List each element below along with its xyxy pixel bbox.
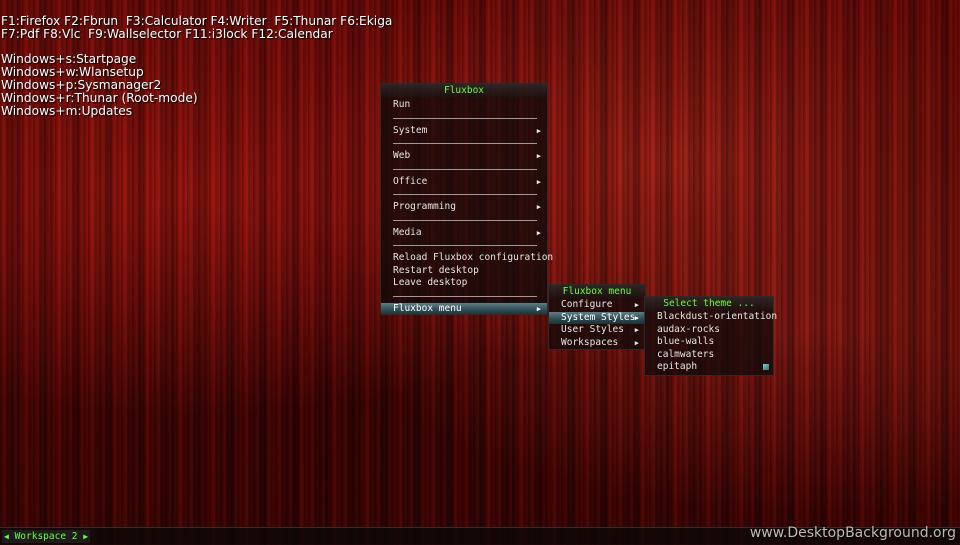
menu-separator — [393, 143, 537, 144]
menu-separator — [393, 117, 537, 119]
styles-menu-title: Select theme ... — [645, 297, 773, 311]
workspace-switcher[interactable]: ◀ Workspace 2 ▶ — [2, 530, 91, 543]
menu-item-leave[interactable]: Leave desktop — [381, 277, 547, 290]
style-item-calmwaters[interactable]: calmwaters — [645, 349, 773, 362]
menu-item-web[interactable]: Web ▶ — [381, 150, 547, 163]
menu-separator — [393, 295, 537, 297]
prev-workspace-icon[interactable]: ◀ — [4, 532, 9, 541]
style-item-epitaph[interactable]: epitaph — [645, 361, 773, 374]
submenu-arrow-icon: ▶ — [634, 326, 639, 334]
conky-line: F7:Pdf F8:Vlc F9:Wallselector F11:i3lock… — [1, 26, 333, 41]
conky-keybindings: F1:Firefox F2:Fbrun F3:Calculator F4:Wri… — [1, 15, 392, 117]
submenu-arrow-icon: ▶ — [536, 203, 541, 211]
watermark: www.DesktopBackground.org — [749, 525, 956, 541]
submenu-arrow-icon: ▶ — [634, 338, 639, 347]
conky-line: Windows+r:Thunar (Root-mode) — [1, 90, 198, 105]
menu-item-reload-config[interactable]: Reload Fluxbox configuration — [381, 252, 553, 265]
submenu-arrow-icon: ▶ — [536, 304, 541, 313]
menu-separator — [393, 219, 537, 221]
submenu-arrow-icon: ▶ — [536, 126, 541, 135]
conky-line: F1:Firefox F2:Fbrun F3:Calculator F4:Wri… — [1, 14, 393, 28]
submenu-arrow-icon: ▶ — [634, 313, 639, 322]
fluxbox-submenu: Fluxbox menu Configure ▶ System Styles ▶ U… — [548, 284, 646, 350]
next-workspace-icon[interactable]: ▶ — [83, 532, 88, 541]
menu-item-user-styles[interactable]: User Styles ▶ — [549, 324, 645, 337]
menu-item-workspaces[interactable]: Workspaces ▶ — [549, 337, 645, 350]
menu-item-configure[interactable]: Configure ▶ — [549, 299, 645, 312]
submenu-arrow-icon: ▶ — [634, 301, 639, 309]
menu-title: Fluxbox — [381, 84, 547, 98]
conky-line: Windows+p:Sysmanager2 — [1, 77, 162, 92]
style-item-audax-rocks[interactable]: audax-rocks — [645, 324, 773, 337]
system-styles-menu: Select theme ... Blackdust-orientation a… — [644, 296, 777, 376]
menu-item-system[interactable]: System ▶ — [381, 125, 547, 138]
menu-separator — [393, 168, 537, 170]
menu-separator — [393, 194, 537, 195]
menu-item-system-styles[interactable]: System Styles ▶ — [549, 311, 645, 324]
submenu-arrow-icon: ▶ — [536, 228, 541, 237]
fluxbox-root-menu: Fluxbox Run System ▶ Web ▶ Office ▶ Program… — [380, 83, 553, 315]
conky-line: Windows+m:Updates — [1, 103, 133, 118]
selected-check-icon — [763, 364, 769, 370]
submenu-title: Fluxbox menu — [549, 285, 645, 299]
workspace-label: Workspace 2 — [14, 531, 78, 542]
menu-item-programming[interactable]: Programming ▶ — [381, 201, 547, 214]
style-item-blackdust[interactable]: Blackdust-orientation — [645, 311, 777, 324]
menu-item-media[interactable]: Media ▶ — [381, 227, 547, 240]
style-item-blue-walls[interactable]: blue-walls — [645, 336, 773, 349]
menu-separator — [393, 245, 537, 246]
menu-item-run[interactable]: Run — [381, 99, 547, 112]
submenu-arrow-icon: ▶ — [536, 152, 541, 160]
menu-item-fluxbox-menu[interactable]: Fluxbox menu ▶ — [381, 302, 547, 315]
menu-item-restart[interactable]: Restart desktop — [381, 265, 547, 278]
menu-item-office[interactable]: Office ▶ — [381, 176, 547, 189]
submenu-arrow-icon: ▶ — [536, 177, 541, 186]
